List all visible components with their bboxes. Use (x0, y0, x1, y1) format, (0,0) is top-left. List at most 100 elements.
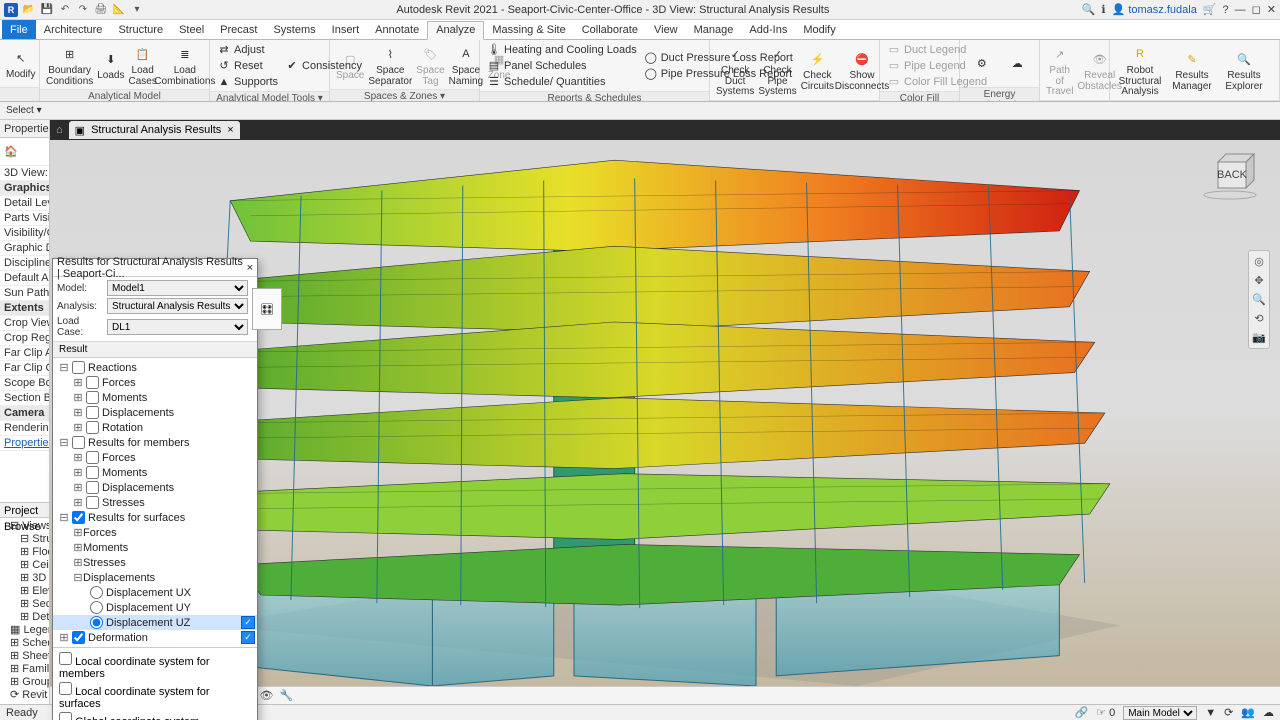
analysis-select[interactable]: Structural Analysis Results (107, 298, 248, 314)
tree-node-disp-uz[interactable]: Displacement UZ✓ (53, 615, 257, 630)
robot-analysis-button[interactable]: RRobot Structural Analysis (1116, 42, 1164, 98)
opt-local-members[interactable]: Local coordinate system for members (59, 652, 251, 680)
tree-node-moments[interactable]: ⊞Moments (53, 465, 257, 480)
space-naming-button[interactable]: ASpace Naming (449, 42, 483, 87)
tab-modify[interactable]: Modify (795, 20, 843, 39)
results-manager-button[interactable]: ✎Results Manager (1168, 47, 1216, 92)
loadcase-select[interactable]: DL1 (107, 319, 248, 335)
prop-row[interactable]: Visibility/Gra (0, 226, 49, 241)
hide-icon[interactable]: 👁 (259, 689, 273, 702)
load-cases-button[interactable]: 📋Load Cases (129, 42, 157, 87)
tree-node-displacements[interactable]: ⊞Displacements (53, 405, 257, 420)
select-bar[interactable]: Select ▾ (0, 102, 1280, 120)
tree-node-reactions[interactable]: ⊟Reactions (53, 360, 257, 375)
tree-node-displacements[interactable]: ⊟Displacements (53, 570, 257, 585)
print-icon[interactable]: 🖨 (94, 3, 108, 17)
prop-row[interactable]: Sun Path (0, 286, 49, 301)
tree-node-forces[interactable]: ⊞Forces (53, 375, 257, 390)
tree-node-stresses[interactable]: ⊞Stresses (53, 555, 257, 570)
view-cube[interactable]: BACK (1200, 150, 1260, 200)
check-pipe-button[interactable]: ✓Check Pipe Systems (758, 42, 796, 98)
opt-local-surfaces[interactable]: Local coordinate system for surfaces (59, 682, 251, 710)
save-icon[interactable]: 💾 (40, 3, 54, 17)
prop-row[interactable]: Graphic Displ (0, 241, 49, 256)
cart-icon[interactable]: 🛒 (1203, 3, 1217, 16)
close-icon[interactable]: × (247, 262, 253, 274)
undo-icon[interactable]: ↶ (58, 3, 72, 17)
tree-node-moments[interactable]: ⊞Moments (53, 390, 257, 405)
worksets-icon[interactable]: 👥 (1241, 706, 1255, 719)
zoom-icon[interactable]: 🔍 (1252, 293, 1266, 306)
boundary-conditions-button[interactable]: ⊞Boundary Conditions (46, 42, 93, 87)
modify-button[interactable]: ↖Modify (6, 46, 35, 81)
wheel-icon[interactable]: ◎ (1254, 255, 1264, 268)
close-icon[interactable]: ✕ (1267, 3, 1276, 16)
tab-collaborate[interactable]: Collaborate (574, 20, 646, 39)
tab-steel[interactable]: Steel (171, 20, 212, 39)
loads-button[interactable]: ⬇Loads (97, 47, 124, 82)
tab-analyze[interactable]: Analyze (427, 21, 484, 40)
show-disconnects-button[interactable]: ⛔Show Disconnects (838, 47, 886, 92)
tab-addins[interactable]: Add-Ins (741, 20, 795, 39)
supports-button[interactable]: ▲Supports (216, 74, 280, 89)
tab-insert[interactable]: Insert (324, 20, 368, 39)
orbit-icon[interactable]: ⟲ (1254, 312, 1263, 325)
prop-row[interactable]: Far Clip Offse (0, 361, 49, 376)
tree-node-deformation[interactable]: ⊞Deformation✓ (53, 630, 257, 645)
prop-row[interactable]: Detail Level (0, 196, 49, 211)
help-icon[interactable]: ? (1223, 4, 1229, 16)
space-separator-button[interactable]: ⌇Space Separator (368, 42, 412, 87)
qat-more-icon[interactable]: ▾ (130, 3, 144, 17)
check-circuits-button[interactable]: ⚡Check Circuits (801, 47, 834, 92)
prop-row[interactable]: Parts Visibili (0, 211, 49, 226)
project-browser-tree[interactable]: ⊟ Views ( ⊟ Struct ⊞ Floor ⊞ Ceilin ⊞ 3D… (0, 518, 49, 704)
tree-node-results-members[interactable]: ⊟Results for members (53, 435, 257, 450)
prop-row[interactable]: Crop Region (0, 331, 49, 346)
tree-node-disp-ux[interactable]: Displacement UX (53, 585, 257, 600)
tree-node-rotation[interactable]: ⊞Rotation (53, 420, 257, 435)
camera-icon[interactable]: 📷 (1252, 331, 1266, 344)
tree-node-moments[interactable]: ⊞Moments (53, 540, 257, 555)
home-view-icon[interactable]: ⌂ (56, 124, 63, 136)
prop-row[interactable]: Crop View (0, 316, 49, 331)
tree-node-stresses[interactable]: ⊞Stresses (53, 495, 257, 510)
sync-icon[interactable]: ⟳ (1224, 706, 1233, 719)
palette-button[interactable]: 🎛 (252, 288, 282, 330)
tab-view[interactable]: View (646, 20, 686, 39)
info-icon[interactable]: ℹ (1101, 3, 1105, 16)
dialog-title-bar[interactable]: Results for Structural Analysis Results … (53, 259, 257, 277)
pan-icon[interactable]: ✥ (1254, 274, 1263, 287)
prop-row[interactable]: Section Box (0, 391, 49, 406)
tab-precast[interactable]: Precast (212, 20, 265, 39)
tree-node-results-surfaces[interactable]: ⊟Results for surfaces (53, 510, 257, 525)
measure-icon[interactable]: 📐 (112, 3, 126, 17)
model-select[interactable]: Model1 (107, 280, 248, 296)
redo-icon[interactable]: ↷ (76, 3, 90, 17)
tab-massing[interactable]: Massing & Site (484, 20, 573, 39)
restore-icon[interactable]: ◻ (1252, 3, 1261, 16)
filter-icon[interactable]: ▼ (1205, 707, 1216, 719)
panel-title[interactable]: Analytical Model Tools ▾ (210, 91, 329, 102)
prop-row[interactable]: Rendering Se (0, 421, 49, 436)
prop-row[interactable]: Far Clip Activ (0, 346, 49, 361)
view-tab[interactable]: ▣ Structural Analysis Results × (69, 121, 240, 139)
main-model-select[interactable]: Main Model (1123, 706, 1197, 720)
tab-manage[interactable]: Manage (686, 20, 742, 39)
user-name[interactable]: 👤 tomasz.fudala (1112, 3, 1197, 16)
reset-button[interactable]: ↺Reset (216, 58, 280, 73)
results-explorer-button[interactable]: 🔍Results Explorer (1220, 47, 1268, 92)
open-icon[interactable]: 📂 (22, 3, 36, 17)
load-combos-button[interactable]: ≣Load Combinations (161, 42, 209, 87)
tab-annotate[interactable]: Annotate (367, 20, 427, 39)
properties-help-link[interactable]: Properties help (0, 436, 49, 451)
energy-button2[interactable]: ☁ (1002, 52, 1034, 76)
tree-node-forces[interactable]: ⊞Forces (53, 450, 257, 465)
tree-node-forces[interactable]: ⊞Forces (53, 525, 257, 540)
tab-architecture[interactable]: Architecture (36, 20, 111, 39)
tab-structure[interactable]: Structure (110, 20, 171, 39)
tab-file[interactable]: File (2, 20, 36, 39)
cloud-icon[interactable]: ☁ (1263, 706, 1274, 719)
prop-row[interactable]: Scope Box (0, 376, 49, 391)
panel-title[interactable]: Spaces & Zones ▾ (330, 89, 479, 102)
check-duct-button[interactable]: ✓Check Duct Systems (716, 42, 754, 98)
